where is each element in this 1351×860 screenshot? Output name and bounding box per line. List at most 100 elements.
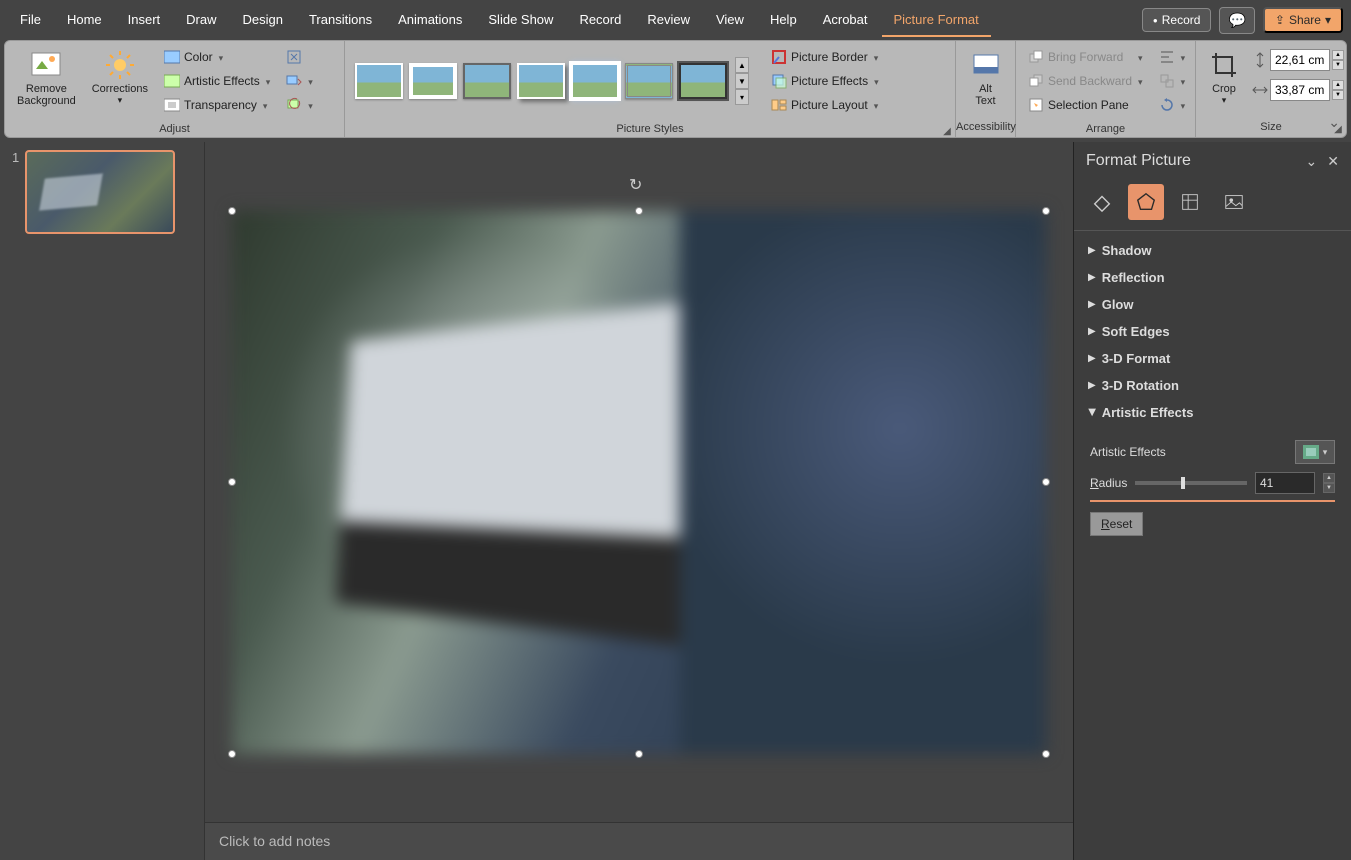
section-reflection[interactable]: ▶Reflection bbox=[1086, 264, 1339, 291]
crop-button[interactable]: Crop ▾ bbox=[1200, 45, 1248, 110]
section-glow[interactable]: ▶Glow bbox=[1086, 291, 1339, 318]
chevron-down-icon bbox=[261, 98, 268, 112]
menu-picture-format[interactable]: Picture Format bbox=[882, 4, 991, 37]
transparency-button[interactable]: Transparency bbox=[160, 95, 274, 115]
reset-button[interactable]: Reset bbox=[1090, 512, 1143, 536]
width-input[interactable] bbox=[1270, 79, 1330, 101]
picture-style-thumb[interactable] bbox=[463, 63, 511, 99]
menu-review[interactable]: Review bbox=[635, 4, 702, 37]
picture-style-thumb[interactable] bbox=[409, 63, 457, 99]
resize-handle-n[interactable] bbox=[635, 207, 643, 215]
change-picture-button[interactable] bbox=[282, 71, 317, 91]
chevron-down-icon bbox=[1179, 50, 1186, 64]
height-spin-down[interactable]: ▼ bbox=[1332, 60, 1344, 70]
share-button[interactable]: ⇪Share▾ bbox=[1263, 7, 1343, 33]
menu-record[interactable]: Record bbox=[567, 4, 633, 37]
resize-handle-nw[interactable] bbox=[228, 207, 236, 215]
chevron-down-icon bbox=[1179, 98, 1186, 112]
menu-insert[interactable]: Insert bbox=[116, 4, 173, 37]
radius-spin-up[interactable]: ▲ bbox=[1323, 473, 1335, 483]
pane-close-button[interactable]: ✕ bbox=[1327, 153, 1339, 170]
gallery-scroll-down[interactable]: ▼ bbox=[735, 73, 749, 89]
resize-handle-s[interactable] bbox=[635, 750, 643, 758]
section-artistic-effects[interactable]: ▶Artistic Effects bbox=[1086, 399, 1339, 426]
pane-options-button[interactable]: ⌄ bbox=[1306, 153, 1318, 170]
menu-design[interactable]: Design bbox=[231, 4, 295, 37]
width-spin-up[interactable]: ▲ bbox=[1332, 80, 1344, 90]
tab-fill-line[interactable] bbox=[1084, 184, 1120, 220]
menu-view[interactable]: View bbox=[704, 4, 756, 37]
resize-handle-se[interactable] bbox=[1042, 750, 1050, 758]
resize-handle-ne[interactable] bbox=[1042, 207, 1050, 215]
size-group-label: Size◢ bbox=[1196, 119, 1346, 137]
send-backward-button[interactable]: Send Backward bbox=[1024, 71, 1147, 91]
picture-style-thumb[interactable] bbox=[517, 63, 565, 99]
artistic-effects-gallery-button[interactable]: ▾ bbox=[1295, 440, 1335, 464]
section-3d-format[interactable]: ▶3-D Format bbox=[1086, 345, 1339, 372]
reset-picture-button[interactable] bbox=[282, 95, 317, 115]
group-button[interactable] bbox=[1155, 71, 1190, 91]
menu-draw[interactable]: Draw bbox=[174, 4, 228, 37]
height-spin-up[interactable]: ▲ bbox=[1332, 50, 1344, 60]
picture-effects-button[interactable]: Picture Effects bbox=[767, 71, 883, 91]
radius-spin-down[interactable]: ▼ bbox=[1323, 483, 1335, 493]
alt-text-button[interactable]: Alt Text bbox=[962, 45, 1010, 111]
chevron-down-icon bbox=[872, 74, 879, 88]
gallery-scroll-up[interactable]: ▲ bbox=[735, 57, 749, 73]
slide-thumbnail[interactable] bbox=[25, 150, 175, 234]
radius-slider-thumb[interactable] bbox=[1181, 477, 1185, 489]
menu-file[interactable]: File bbox=[8, 4, 53, 37]
menu-slide-show[interactable]: Slide Show bbox=[476, 4, 565, 37]
compress-pictures-button[interactable] bbox=[282, 47, 317, 67]
pentagon-icon bbox=[1135, 191, 1157, 213]
picture-styles-dialog-launcher[interactable]: ◢ bbox=[941, 125, 953, 137]
picture-style-thumb[interactable] bbox=[625, 63, 673, 99]
height-input[interactable] bbox=[1270, 49, 1330, 71]
radius-slider[interactable] bbox=[1135, 481, 1247, 485]
radius-input[interactable] bbox=[1255, 472, 1315, 494]
ribbon-group-accessibility: Alt Text Accessibility bbox=[956, 41, 1016, 137]
picture-style-thumb[interactable] bbox=[355, 63, 403, 99]
artistic-effects-button[interactable]: Artistic Effects bbox=[160, 71, 274, 91]
menu-transitions[interactable]: Transitions bbox=[297, 4, 384, 37]
picture-style-thumb[interactable] bbox=[571, 63, 619, 99]
align-button[interactable] bbox=[1155, 47, 1190, 67]
menu-animations[interactable]: Animations bbox=[386, 4, 474, 37]
width-spin-down[interactable]: ▼ bbox=[1332, 90, 1344, 100]
remove-background-button[interactable]: Remove Background bbox=[9, 45, 84, 111]
menu-acrobat[interactable]: Acrobat bbox=[811, 4, 880, 37]
gallery-more[interactable]: ▾ bbox=[735, 89, 749, 105]
canvas-area[interactable]: ↻ bbox=[205, 142, 1073, 822]
section-soft-edges[interactable]: ▶Soft Edges bbox=[1086, 318, 1339, 345]
comments-button[interactable]: 💬 bbox=[1219, 7, 1254, 34]
record-button[interactable]: Record bbox=[1142, 8, 1212, 32]
crop-icon bbox=[1208, 49, 1240, 81]
resize-handle-e[interactable] bbox=[1042, 478, 1050, 486]
tab-effects[interactable] bbox=[1128, 184, 1164, 220]
resize-handle-w[interactable] bbox=[228, 478, 236, 486]
resize-handle-sw[interactable] bbox=[228, 750, 236, 758]
menu-home[interactable]: Home bbox=[55, 4, 114, 37]
selection-pane-button[interactable]: Selection Pane bbox=[1024, 95, 1147, 115]
section-3d-rotation-label: 3-D Rotation bbox=[1102, 378, 1179, 393]
tab-size-properties[interactable] bbox=[1172, 184, 1208, 220]
picture-layout-button[interactable]: Picture Layout bbox=[767, 95, 883, 115]
corrections-button[interactable]: Corrections ▾ bbox=[84, 45, 156, 110]
selected-picture[interactable]: ↻ bbox=[232, 211, 1046, 754]
bring-forward-button[interactable]: Bring Forward bbox=[1024, 47, 1147, 67]
rotation-handle[interactable]: ↻ bbox=[629, 175, 649, 195]
rotate-button[interactable] bbox=[1155, 95, 1190, 115]
picture-style-thumb-selected[interactable] bbox=[679, 63, 727, 99]
slide-thumbnail-item[interactable]: 1 bbox=[12, 150, 192, 234]
color-button[interactable]: Color bbox=[160, 47, 274, 67]
notes-area[interactable]: Click to add notes bbox=[205, 822, 1073, 860]
section-3d-rotation[interactable]: ▶3-D Rotation bbox=[1086, 372, 1339, 399]
slides-panel[interactable]: 1 bbox=[0, 142, 204, 860]
section-shadow[interactable]: ▶Shadow bbox=[1086, 237, 1339, 264]
tab-picture[interactable] bbox=[1216, 184, 1252, 220]
collapse-ribbon-button[interactable]: ⌄ bbox=[1328, 114, 1340, 131]
picture-border-button[interactable]: Picture Border bbox=[767, 47, 883, 67]
transparency-icon bbox=[164, 97, 180, 113]
pane-body[interactable]: ▶Shadow ▶Reflection ▶Glow ▶Soft Edges ▶3… bbox=[1074, 231, 1351, 860]
menu-help[interactable]: Help bbox=[758, 4, 809, 37]
